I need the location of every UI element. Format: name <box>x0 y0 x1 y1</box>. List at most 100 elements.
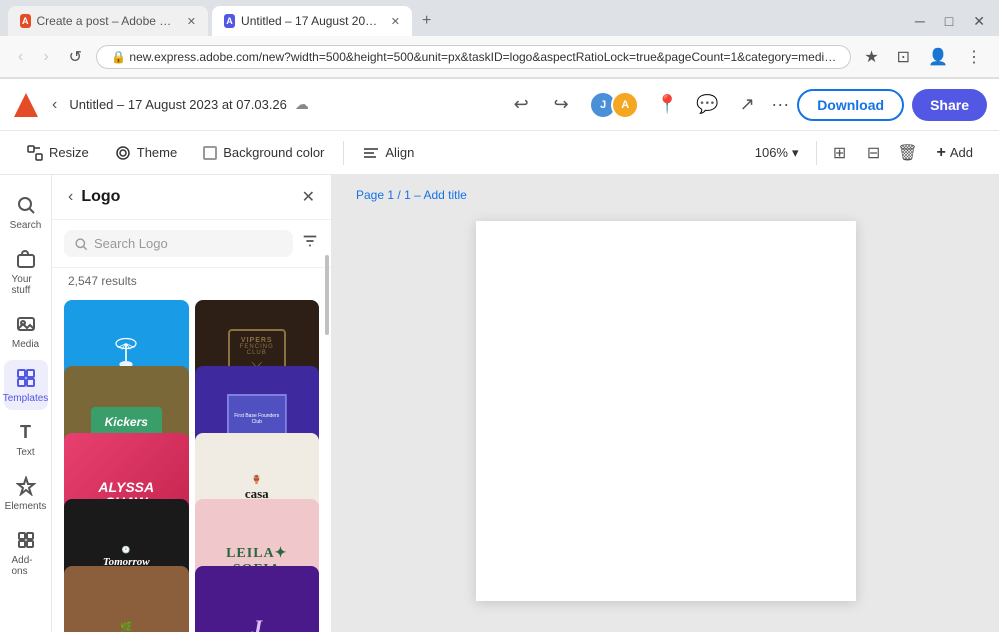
tab-label-1: Create a post – Adobe Support C... <box>37 14 177 28</box>
search-icon <box>14 193 38 217</box>
sidebar-text-label: Text <box>16 447 34 458</box>
url-bar[interactable]: 🔒 new.express.adobe.com/new?width=500&he… <box>96 45 851 69</box>
trash-button[interactable]: 🗑 <box>893 138 923 168</box>
align-label: Align <box>385 145 414 160</box>
canvas-area: Page 1 / 1 – Add title <box>332 175 999 632</box>
page-title-bar: Page 1 / 1 – Add title <box>332 175 999 210</box>
panel-scrollbar[interactable] <box>325 255 329 335</box>
resize-label: Resize <box>49 145 89 160</box>
tab-favicon-2: A <box>224 14 235 28</box>
theme-button[interactable]: Theme <box>104 139 188 167</box>
back-button[interactable]: ‹ <box>12 46 29 68</box>
theme-label: Theme <box>137 145 177 160</box>
sync-icon[interactable]: ☁ <box>295 96 309 113</box>
tab-favicon-1: A <box>20 14 31 28</box>
panel-title: Logo <box>81 188 293 206</box>
bookmark-button[interactable]: ★ <box>859 45 883 69</box>
sidebar-your-stuff-label: Your stuff <box>12 274 40 296</box>
tab-create-post[interactable]: A Create a post – Adobe Support C... ✕ <box>8 6 208 36</box>
main-area: Search Your stuff Media Templates <box>0 175 999 632</box>
forward-button[interactable]: › <box>37 46 54 68</box>
collaborators: J A <box>589 91 639 119</box>
zoom-control[interactable]: 106% ▾ <box>746 140 808 166</box>
panel-close-button[interactable]: ✕ <box>302 187 315 207</box>
layers-button[interactable]: ⊞ <box>825 138 855 168</box>
search-input[interactable] <box>94 236 283 251</box>
share-button[interactable]: Share <box>912 89 987 121</box>
search-area <box>52 220 331 268</box>
new-tab-button[interactable]: + <box>416 10 437 32</box>
tab-close-1[interactable]: ✕ <box>187 15 196 28</box>
app: ‹ Untitled – 17 August 2023 at 07.03.26 … <box>0 79 999 632</box>
filter-button[interactable] <box>301 230 319 257</box>
more-nav-button[interactable]: ⋮ <box>961 45 987 69</box>
sidebar-item-templates[interactable]: Templates <box>4 360 48 410</box>
tab-label-2: Untitled – 17 August 2023 at 07... <box>241 14 381 28</box>
search-icon-small <box>74 237 88 251</box>
background-color-label: Background color <box>223 145 324 160</box>
sidebar-elements-label: Elements <box>5 501 47 512</box>
redo-button[interactable]: ↪ <box>545 89 577 121</box>
sidebar-item-text[interactable]: T Text <box>4 414 48 464</box>
add-title-link[interactable]: Add title <box>423 188 466 202</box>
browser-chrome: A Create a post – Adobe Support C... ✕ A… <box>0 0 999 79</box>
theme-icon <box>115 145 131 161</box>
logo-grid: SHUTTLES VIPERS FENCING CLUB ⚔ <box>52 294 331 632</box>
undo-button[interactable]: ↩ <box>505 89 537 121</box>
avatar-2: A <box>611 91 639 119</box>
nav-icons: ★ ⊡ 👤 ⋮ <box>859 45 987 69</box>
back-to-home-button[interactable]: ‹ <box>48 92 61 118</box>
sidebar-media-label: Media <box>12 339 39 350</box>
nav-bar: ‹ › ↺ 🔒 new.express.adobe.com/new?width=… <box>0 36 999 78</box>
toolbar: Resize Theme Background color Align 106%… <box>0 131 999 175</box>
sidebar-addons-label: Add-ons <box>12 555 40 577</box>
share-link-button[interactable]: ↗ <box>731 89 763 121</box>
header-tools: ↩ ↪ J A 📍 💬 ↗ ··· Download Share <box>505 89 987 121</box>
tab-untitled[interactable]: A Untitled – 17 August 2023 at 07... ✕ <box>212 6 412 36</box>
sidebar-item-elements[interactable]: Elements <box>4 468 48 518</box>
text-icon: T <box>14 420 38 444</box>
sidebar-item-your-stuff[interactable]: Your stuff <box>4 241 48 302</box>
zoom-level: 106% <box>755 145 788 160</box>
sidebar-item-search[interactable]: Search <box>4 187 48 237</box>
resize-button[interactable]: Resize <box>16 139 100 167</box>
sidebar-item-media[interactable]: Media <box>4 306 48 356</box>
toolbar-divider <box>343 141 344 165</box>
reload-button[interactable]: ↺ <box>63 45 88 69</box>
grid-button[interactable]: ⊟ <box>859 138 889 168</box>
location-button[interactable]: 📍 <box>651 89 683 121</box>
background-color-icon <box>203 146 217 160</box>
logo-item-9[interactable]: 🌿 <box>64 566 189 632</box>
search-input-wrap[interactable] <box>64 230 293 257</box>
sidebar-search-label: Search <box>10 220 42 231</box>
panel-header: ‹ Logo ✕ <box>52 175 331 220</box>
tab-bar: A Create a post – Adobe Support C... ✕ A… <box>0 0 999 36</box>
background-color-button[interactable]: Background color <box>192 139 335 166</box>
window-controls: ─ □ ✕ <box>909 11 991 32</box>
toolbar-divider-2 <box>816 141 817 165</box>
extensions-button[interactable]: ⊡ <box>892 45 915 69</box>
panel-back-button[interactable]: ‹ <box>68 188 73 206</box>
align-icon <box>363 145 379 161</box>
profile-button[interactable]: 👤 <box>923 45 953 69</box>
tab-close-2[interactable]: ✕ <box>391 15 400 28</box>
minimize-button[interactable]: ─ <box>909 11 931 31</box>
design-canvas[interactable] <box>476 221 856 601</box>
logo-item-10[interactable]: J <box>195 566 320 632</box>
url-text: new.express.adobe.com/new?width=500&heig… <box>129 50 836 64</box>
comment-button[interactable]: 💬 <box>691 89 723 121</box>
add-button[interactable]: + Add <box>927 139 983 167</box>
close-button[interactable]: ✕ <box>967 11 991 32</box>
results-count: 2,547 results <box>52 268 331 294</box>
more-options-button[interactable]: ··· <box>771 94 789 115</box>
your-stuff-icon <box>14 247 38 271</box>
sidebar-item-addons[interactable]: Add-ons <box>4 522 48 583</box>
maximize-button[interactable]: □ <box>939 11 959 31</box>
align-button[interactable]: Align <box>352 139 425 167</box>
download-button[interactable]: Download <box>797 89 904 121</box>
adobe-logo <box>12 91 40 119</box>
action-icons: ⊞ ⊟ 🗑 <box>825 138 923 168</box>
add-label: Add <box>950 145 973 160</box>
media-icon <box>14 312 38 336</box>
addons-icon <box>14 528 38 552</box>
